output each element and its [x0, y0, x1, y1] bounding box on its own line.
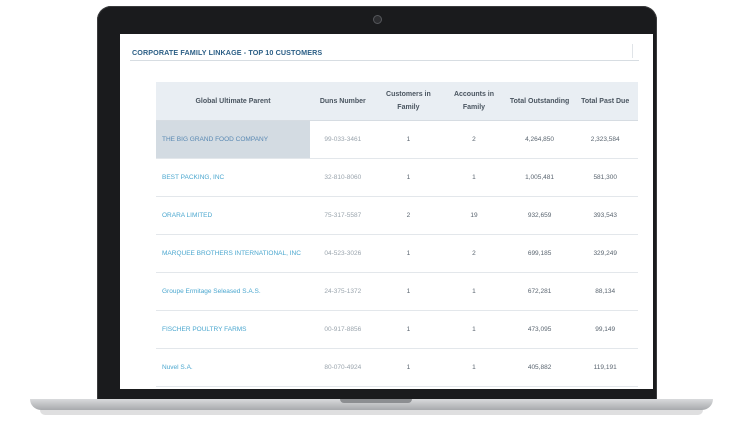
total-outstanding: 405,882: [506, 348, 573, 387]
laptop-hinge-notch: [340, 399, 412, 403]
customers-count: 1: [375, 310, 442, 349]
total-past-due: 393,543: [572, 196, 638, 235]
duns-number: 32-810-8060: [310, 158, 376, 197]
duns-number: 75-317-5587: [310, 196, 376, 235]
accounts-count: 1: [441, 158, 507, 197]
webcam-icon: [373, 15, 382, 24]
column-header-parent[interactable]: Global Ultimate Parent: [156, 82, 310, 121]
parent-link[interactable]: FISCHER POULTRY FARMS: [156, 310, 310, 349]
laptop-base-shadow: [40, 410, 703, 415]
table-row: ORARA LIMITED 75-317-5587 2 19 932,659 3…: [156, 196, 638, 235]
customers-count: 1: [375, 120, 442, 159]
total-outstanding: 699,185: [506, 234, 573, 273]
parent-link[interactable]: THE BIG GRAND FOOD COMPANY: [156, 120, 310, 159]
duns-number: 99-033-3461: [310, 120, 376, 159]
report-title: CORPORATE FAMILY LINKAGE - TOP 10 CUSTOM…: [132, 48, 323, 57]
table-header-row: Global Ultimate Parent Duns Number Custo…: [156, 82, 638, 121]
accounts-count: 19: [441, 196, 507, 235]
customers-count: 1: [375, 348, 442, 387]
accounts-count: 1: [441, 272, 507, 311]
duns-number: 24-375-1372: [310, 272, 376, 311]
customers-count: 2: [375, 196, 442, 235]
total-outstanding: 4,264,850: [506, 120, 573, 159]
accounts-count: 2: [441, 234, 507, 273]
table-row: Nuvel S.A. 80-070-4924 1 1 405,882 119,1…: [156, 348, 638, 387]
table-row: THE BIG GRAND FOOD COMPANY 99-033-3461 1…: [156, 120, 638, 159]
parent-link[interactable]: MARQUEE BROTHERS INTERNATIONAL, INC: [156, 234, 310, 273]
column-header-accounts[interactable]: Accounts in Family: [441, 82, 507, 121]
total-past-due: 88,134: [572, 272, 638, 311]
table-row: Groupe Ermitage Seleased S.A.S. 24-375-1…: [156, 272, 638, 311]
total-past-due: 581,300: [572, 158, 638, 197]
duns-number: 80-070-4924: [310, 348, 376, 387]
total-past-due: 2,323,584: [572, 120, 638, 159]
column-header-duns[interactable]: Duns Number: [310, 82, 376, 121]
total-past-due: 99,149: [572, 310, 638, 349]
accounts-count: 2: [441, 120, 507, 159]
column-header-outstanding[interactable]: Total Outstanding: [506, 82, 573, 121]
column-header-past-due[interactable]: Total Past Due: [572, 82, 638, 121]
duns-number: 04-523-3026: [310, 234, 376, 273]
accounts-count: 1: [441, 310, 507, 349]
table-row: BEST PACKING, INC 32-810-8060 1 1 1,005,…: [156, 158, 638, 197]
duns-number: 00-917-8856: [310, 310, 376, 349]
total-outstanding: 672,281: [506, 272, 573, 311]
total-outstanding: 473,095: [506, 310, 573, 349]
laptop-screen: CORPORATE FAMILY LINKAGE - TOP 10 CUSTOM…: [120, 34, 653, 389]
total-outstanding: 1,005,481: [506, 158, 573, 197]
parent-link[interactable]: BEST PACKING, INC: [156, 158, 310, 197]
title-rule: [130, 60, 639, 61]
parent-link[interactable]: ORARA LIMITED: [156, 196, 310, 235]
customers-count: 1: [375, 158, 442, 197]
total-past-due: 329,249: [572, 234, 638, 273]
top-customers-table: Global Ultimate Parent Duns Number Custo…: [156, 82, 638, 387]
table-row: FISCHER POULTRY FARMS 00-917-8856 1 1 47…: [156, 310, 638, 349]
column-header-customers[interactable]: Customers in Family: [375, 82, 442, 121]
total-outstanding: 932,659: [506, 196, 573, 235]
parent-link[interactable]: Groupe Ermitage Seleased S.A.S.: [156, 272, 310, 311]
parent-link[interactable]: Nuvel S.A.: [156, 348, 310, 387]
customers-count: 1: [375, 234, 442, 273]
title-divider: [632, 44, 633, 58]
total-past-due: 119,191: [572, 348, 638, 387]
customers-count: 1: [375, 272, 442, 311]
accounts-count: 1: [441, 348, 507, 387]
table-row: MARQUEE BROTHERS INTERNATIONAL, INC 04-5…: [156, 234, 638, 273]
